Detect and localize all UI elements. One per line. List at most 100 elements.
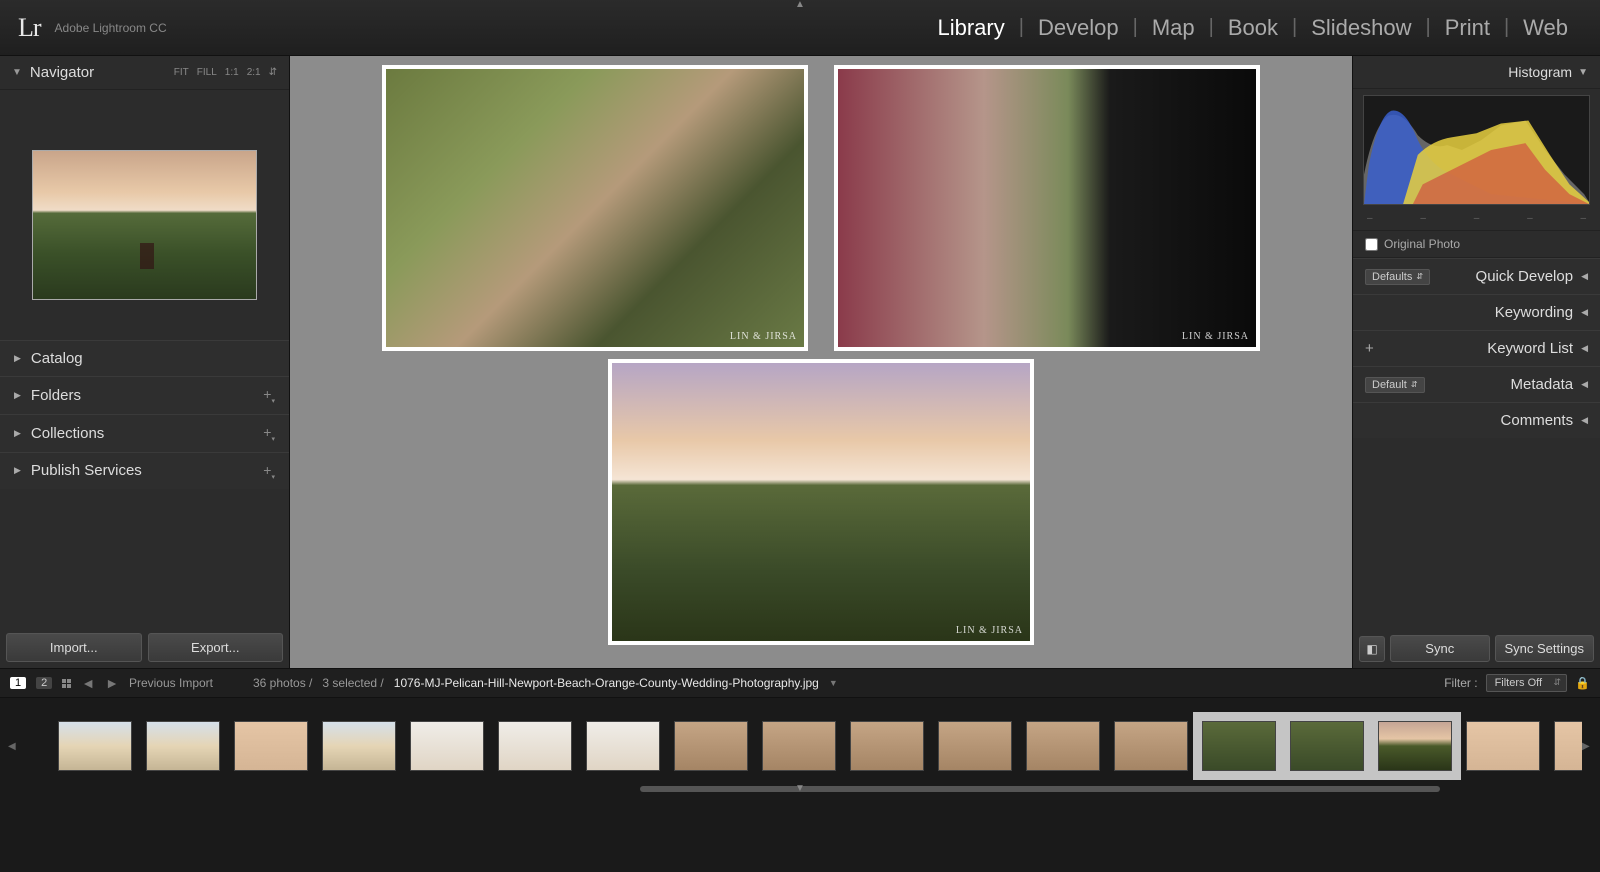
filmstrip-thumbnail[interactable] — [234, 721, 308, 771]
filmstrip-scrollbar[interactable] — [640, 786, 1440, 792]
filmstrip-thumbnail[interactable] — [850, 721, 924, 771]
filmstrip-thumbnail[interactable] — [586, 721, 660, 771]
disclosure-triangle-icon: ▶ — [14, 390, 21, 401]
window-2-button[interactable]: 2 — [36, 677, 52, 689]
disclosure-triangle-icon: ▼ — [12, 67, 22, 78]
filmstrip-thumbnail[interactable] — [1554, 721, 1582, 771]
sync-button[interactable]: Sync — [1390, 635, 1490, 662]
collapse-top-icon[interactable]: ▲ — [795, 0, 805, 10]
navigator-header[interactable]: ▼ Navigator FIT FILL 1:1 2:1 ⇵ — [0, 56, 289, 90]
filmstrip-thumbnail[interactable] — [322, 721, 396, 771]
module-web[interactable]: Web — [1509, 15, 1582, 41]
grid-view-icon[interactable] — [62, 679, 71, 688]
module-switcher: Library|Develop|Map|Book|Slideshow|Print… — [923, 15, 1582, 41]
filmstrip-thumbnail[interactable] — [58, 721, 132, 771]
source-label[interactable]: Previous Import — [129, 676, 213, 690]
grid-view[interactable]: LIN & JIRSA LIN & JIRSA LIN & JIRSA — [290, 56, 1352, 668]
section-label: Collections — [31, 425, 263, 442]
sync-settings-button[interactable]: Sync Settings — [1495, 635, 1595, 662]
app-logo: Lr — [18, 13, 41, 43]
filter-label: Filter : — [1444, 676, 1477, 690]
filter-lock-icon[interactable]: 🔒 — [1575, 676, 1590, 690]
panel-section-metadata[interactable]: Default ⇵Metadata◀ — [1353, 366, 1600, 402]
section-preset-dropdown[interactable]: Defaults ⇵ — [1365, 269, 1430, 285]
nav-forward-icon[interactable]: ► — [105, 675, 119, 691]
navigator-preview[interactable] — [32, 150, 257, 300]
watermark: LIN & JIRSA — [1182, 331, 1249, 342]
add-icon[interactable]: + — [1365, 340, 1374, 357]
zoom-1-1[interactable]: 1:1 — [225, 67, 239, 78]
window-1-button[interactable]: 1 — [10, 677, 26, 689]
zoom-fill[interactable]: FILL — [197, 67, 217, 78]
module-book[interactable]: Book — [1214, 15, 1292, 41]
filmstrip-thumbnail[interactable] — [1378, 721, 1452, 771]
filmstrip-thumbnail[interactable] — [1026, 721, 1100, 771]
navigator-title: Navigator — [30, 64, 174, 81]
right-panel: Histogram ▼ ––––– Original Photo Default… — [1352, 56, 1600, 668]
section-label: Publish Services — [31, 462, 263, 479]
section-label: Metadata — [1511, 376, 1574, 393]
grid-thumbnail[interactable]: LIN & JIRSA — [837, 68, 1257, 348]
filmstrip-track[interactable] — [18, 711, 1582, 781]
selected-count: 3 selected / — [322, 676, 383, 690]
zoom-fit[interactable]: FIT — [174, 67, 189, 78]
panel-section-collections[interactable]: ▶ Collections+▾ — [0, 414, 289, 452]
section-label: Catalog — [31, 350, 275, 367]
original-photo-toggle[interactable]: Original Photo — [1353, 230, 1600, 258]
filmstrip-thumbnail[interactable] — [1202, 721, 1276, 771]
panel-section-quick-develop[interactable]: Defaults ⇵Quick Develop◀ — [1353, 258, 1600, 294]
filter-dropdown[interactable]: Filters Off — [1486, 674, 1567, 692]
filmstrip: ◀ ▶ ▼ — [0, 698, 1600, 794]
add-icon[interactable]: +▾ — [263, 386, 275, 405]
sync-toggle-icon[interactable]: ◧ — [1359, 636, 1385, 662]
app-title: Adobe Lightroom CC — [55, 21, 167, 35]
module-print[interactable]: Print — [1431, 15, 1504, 41]
filmstrip-thumbnail[interactable] — [146, 721, 220, 771]
filmstrip-thumbnail[interactable] — [1114, 721, 1188, 771]
nav-back-icon[interactable]: ◄ — [81, 675, 95, 691]
panel-section-keyword-list[interactable]: + Keyword List ◀ — [1353, 330, 1600, 366]
filmstrip-thumbnail[interactable] — [938, 721, 1012, 771]
current-filename[interactable]: 1076-MJ-Pelican-Hill-Newport-Beach-Orang… — [394, 676, 819, 690]
filmstrip-left-edge[interactable]: ◀ — [8, 741, 18, 752]
panel-section-folders[interactable]: ▶ Folders+▾ — [0, 376, 289, 414]
add-icon[interactable]: +▾ — [263, 462, 275, 481]
section-label: Folders — [31, 387, 263, 404]
filmstrip-thumbnail[interactable] — [1466, 721, 1540, 771]
module-library[interactable]: Library — [923, 15, 1018, 41]
import-button[interactable]: Import... — [6, 633, 142, 662]
histogram-header[interactable]: Histogram ▼ — [1353, 56, 1600, 89]
disclosure-triangle-icon: ▶ — [14, 428, 21, 439]
filename-dropdown-icon[interactable]: ▼ — [829, 678, 838, 688]
add-icon[interactable]: +▾ — [263, 424, 275, 443]
filmstrip-thumbnail[interactable] — [1290, 721, 1364, 771]
histogram[interactable] — [1363, 95, 1590, 205]
filmstrip-thumbnail[interactable] — [498, 721, 572, 771]
filmstrip-right-edge[interactable]: ▶ — [1582, 741, 1592, 752]
disclosure-triangle-icon: ◀ — [1581, 343, 1588, 354]
panel-section-keywording[interactable]: Keywording◀ — [1353, 294, 1600, 330]
module-slideshow[interactable]: Slideshow — [1297, 15, 1425, 41]
section-label: Quick Develop — [1476, 268, 1574, 285]
grid-thumbnail[interactable]: LIN & JIRSA — [385, 68, 805, 348]
filmstrip-thumbnail[interactable] — [762, 721, 836, 771]
panel-section-publish-services[interactable]: ▶ Publish Services+▾ — [0, 452, 289, 490]
section-preset-dropdown[interactable]: Default ⇵ — [1365, 377, 1425, 393]
module-map[interactable]: Map — [1138, 15, 1209, 41]
original-photo-checkbox[interactable] — [1365, 238, 1378, 251]
zoom-2-1[interactable]: 2:1 — [247, 67, 261, 78]
panel-section-comments[interactable]: Comments◀ — [1353, 402, 1600, 438]
disclosure-triangle-icon: ▶ — [14, 465, 21, 476]
zoom-more-icon[interactable]: ⇵ — [269, 67, 277, 78]
filmstrip-thumbnail[interactable] — [674, 721, 748, 771]
collapse-bottom-icon[interactable]: ▼ — [795, 783, 805, 794]
section-label: Keywording — [1495, 304, 1573, 321]
panel-section-catalog[interactable]: ▶ Catalog — [0, 340, 289, 376]
grid-thumbnail[interactable]: LIN & JIRSA — [611, 362, 1031, 642]
filmstrip-thumbnail[interactable] — [410, 721, 484, 771]
disclosure-triangle-icon: ▶ — [14, 353, 21, 364]
section-label: Keyword List — [1487, 340, 1573, 357]
module-develop[interactable]: Develop — [1024, 15, 1133, 41]
left-panel: ▼ Navigator FIT FILL 1:1 2:1 ⇵ ▶ Catalog ▶ Fold… — [0, 56, 290, 668]
export-button[interactable]: Export... — [148, 633, 284, 662]
